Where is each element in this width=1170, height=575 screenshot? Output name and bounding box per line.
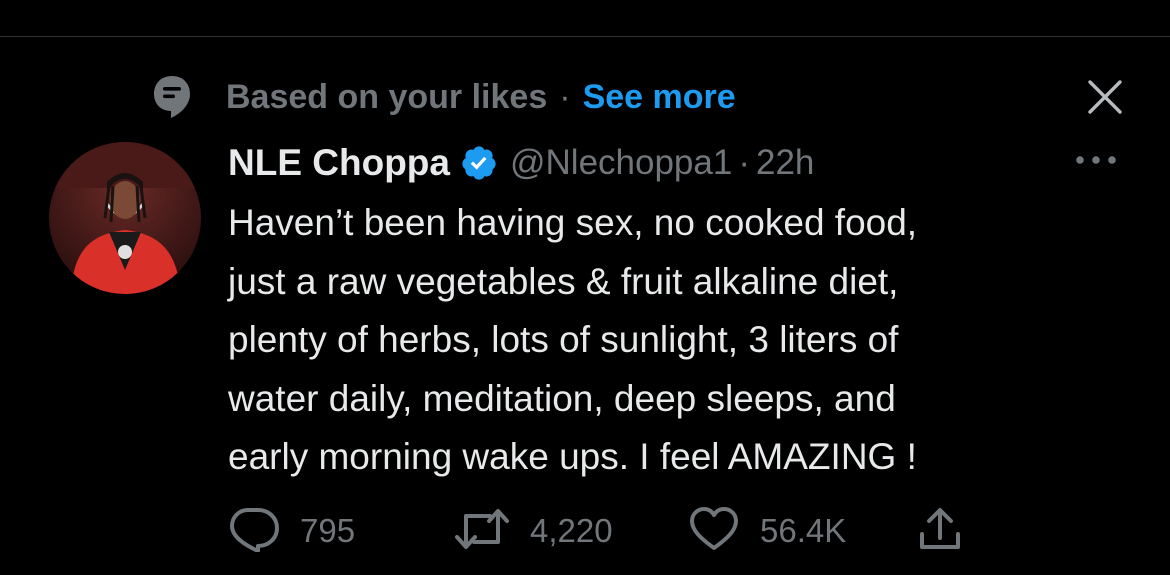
header-separator: · <box>738 143 750 182</box>
tweet-text-line: early morning wake ups. I feel AMAZING ! <box>228 436 917 477</box>
retweet-button[interactable]: 4,220 <box>454 506 613 556</box>
reply-count: 795 <box>300 512 356 549</box>
like-button[interactable]: 56.4K <box>688 506 846 556</box>
display-name[interactable]: NLE Choppa <box>228 142 450 184</box>
reply-button[interactable]: 795 <box>228 506 355 556</box>
user-handle[interactable]: @Nlechoppa1 <box>510 143 732 183</box>
share-icon <box>916 506 964 557</box>
context-separator: · <box>559 77 571 116</box>
social-context: Based on your likes · See more <box>150 72 736 122</box>
tweet-text-line: Haven’t been having sex, no cooked food, <box>228 202 918 243</box>
avatar[interactable] <box>49 142 201 294</box>
retweet-icon <box>454 506 510 557</box>
tweet-text-line: plenty of herbs, lots of sunlight, 3 lit… <box>228 319 899 360</box>
tweet-timestamp[interactable]: 22h <box>756 143 814 183</box>
reply-icon <box>228 506 280 557</box>
share-button[interactable] <box>916 506 964 556</box>
tweet-text: Haven’t been having sex, no cooked food,… <box>228 194 1148 487</box>
see-more-link[interactable]: See more <box>583 78 736 117</box>
top-divider <box>0 36 1170 37</box>
verified-badge-icon <box>460 143 500 183</box>
dismiss-button[interactable] <box>1082 76 1128 122</box>
tweet-header: NLE Choppa @Nlechoppa1 · 22h <box>228 138 814 188</box>
like-count: 56.4K <box>760 512 847 549</box>
heart-icon <box>688 506 740 557</box>
tweet-text-line: water daily, meditation, deep sleeps, an… <box>228 377 896 419</box>
more-button[interactable] <box>1072 146 1120 176</box>
close-icon <box>1087 79 1123 120</box>
context-reason: Based on your likes <box>226 77 548 116</box>
retweet-count: 4,220 <box>530 512 613 549</box>
topic-bubble-icon <box>150 73 194 121</box>
more-horizontal-icon <box>1075 152 1117 170</box>
tweet-text-line: just a raw vegetables & fruit alkaline d… <box>228 260 899 302</box>
